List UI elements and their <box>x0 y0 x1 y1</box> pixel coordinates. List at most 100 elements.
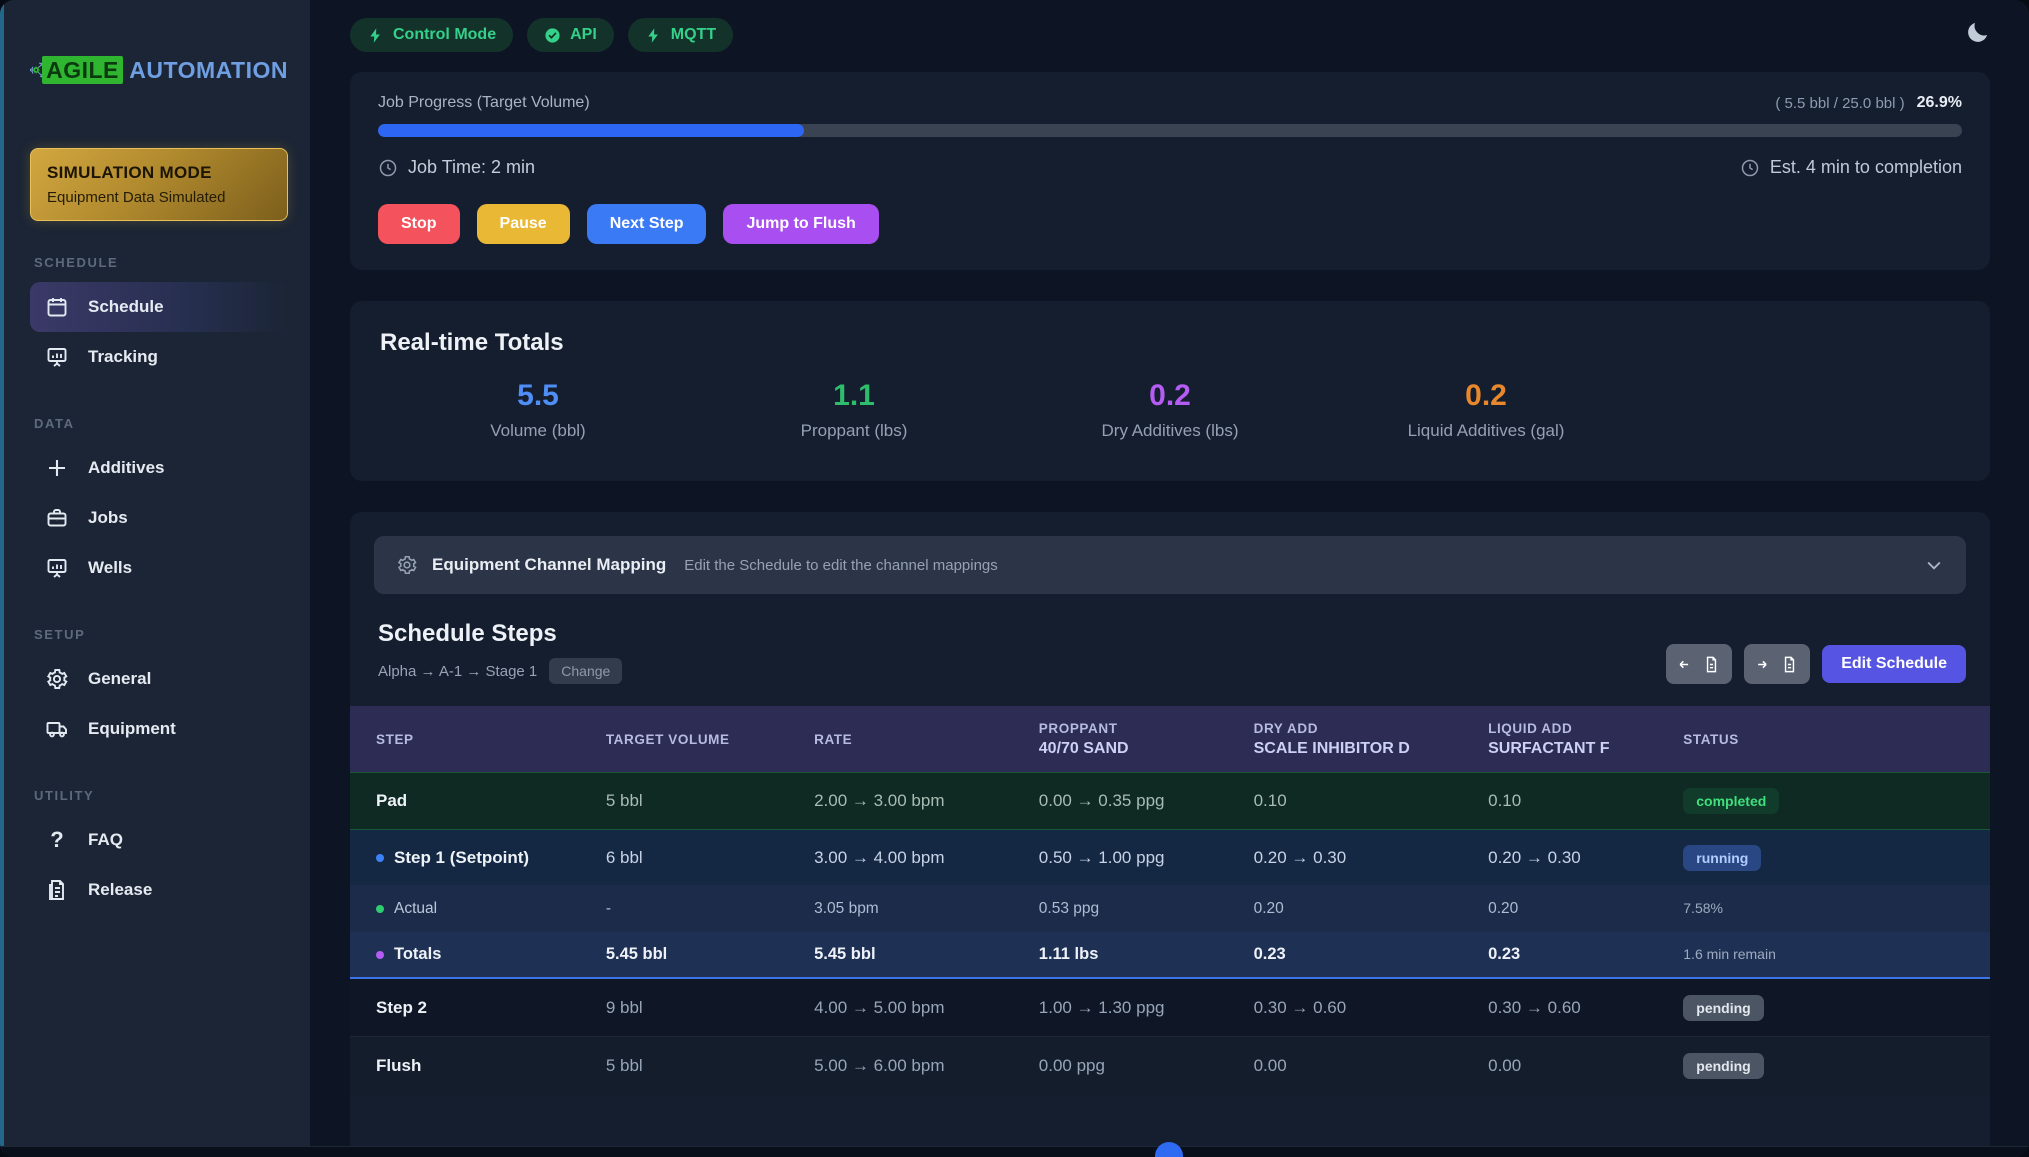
column-header-dry-add: DRY ADDSCALE INHIBITOR D <box>1254 721 1489 758</box>
table-row-step-1-setpoint: Step 1 (Setpoint)6 bbl3.00 → 4.00 bpm0.5… <box>350 830 1990 885</box>
total-value: 5.5 <box>380 379 696 413</box>
sidebar-item-additives[interactable]: Additives <box>30 443 288 493</box>
brand-agile: AGILE <box>42 56 123 84</box>
stop-button[interactable]: Stop <box>378 204 460 244</box>
sidebar: AGILE AUTOMATION SIMULATION MODE Equipme… <box>0 0 310 1157</box>
rate-cell: 2.00 → 3.00 bpm <box>814 791 1039 811</box>
chevron-down-icon[interactable] <box>1924 555 1944 575</box>
step-name: Step 1 (Setpoint) <box>350 848 606 868</box>
target-cell: 5.45 bbl <box>606 945 814 964</box>
nav-section-label: DATA <box>34 416 288 431</box>
job-progress-fill <box>378 124 804 137</box>
sidebar-item-general[interactable]: General <box>30 654 288 704</box>
step-name: Pad <box>350 791 606 811</box>
question-icon: ? <box>44 827 70 853</box>
target-cell: - <box>606 900 814 918</box>
proppant-cell: 0.53 ppg <box>1039 900 1254 918</box>
status-badge-label: API <box>570 26 597 44</box>
total-label: Dry Additives (lbs) <box>1012 421 1328 441</box>
moon-icon[interactable] <box>1965 20 1990 50</box>
nav-section-data: DATA AdditivesJobsWells <box>30 416 288 593</box>
plus-icon <box>44 455 70 481</box>
column-header-sub: SCALE INHIBITOR D <box>1254 740 1489 758</box>
column-header-step: STEP <box>350 732 606 747</box>
nav-section-label: SETUP <box>34 627 288 642</box>
nav-section-label: UTILITY <box>34 788 288 803</box>
job-progress-bar <box>378 124 1962 137</box>
step-name-label: Totals <box>394 945 441 964</box>
column-header-status: STATUS <box>1683 732 1990 747</box>
dry-cell: 0.23 <box>1254 945 1489 964</box>
rate-cell: 5.45 bbl <box>814 945 1039 964</box>
step-name-label: Flush <box>376 1056 421 1076</box>
status-badge: pending <box>1683 995 1763 1021</box>
bolt-icon <box>645 27 662 44</box>
sidebar-item-label: Equipment <box>88 719 176 739</box>
pause-button[interactable]: Pause <box>477 204 570 244</box>
table-row-step-2: Step 29 bbl4.00 → 5.00 bpm1.00 → 1.30 pp… <box>350 979 1990 1037</box>
clock-icon <box>1740 158 1760 178</box>
arrow-right-document-icon[interactable] <box>1744 644 1810 684</box>
row-dot-icon <box>376 854 384 862</box>
sidebar-item-equipment[interactable]: Equipment <box>30 704 288 754</box>
table-row-flush: Flush5 bbl5.00 → 6.00 bpm0.00 ppg0.000.0… <box>350 1037 1990 1095</box>
sidebar-item-jobs[interactable]: Jobs <box>30 493 288 543</box>
status-badge: completed <box>1683 788 1779 814</box>
total-volume-bbl: 5.5 Volume (bbl) <box>380 379 696 441</box>
job-progress-fraction: ( 5.5 bbl / 25.0 bbl ) <box>1775 95 1904 112</box>
simulation-mode-subtitle: Equipment Data Simulated <box>47 189 271 206</box>
column-header-sub: 40/70 SAND <box>1039 740 1254 758</box>
jump-to-flush-button[interactable]: Jump to Flush <box>723 204 878 244</box>
gear-icon <box>396 554 418 576</box>
status-badge-mqtt[interactable]: MQTT <box>628 18 733 52</box>
liquid-cell: 0.20 → 0.30 <box>1488 848 1683 868</box>
sidebar-item-tracking[interactable]: Tracking <box>30 332 288 382</box>
breadcrumb: Alpha → A-1 → Stage 1 <box>378 663 537 680</box>
change-button[interactable]: Change <box>549 658 622 684</box>
sidebar-nav: SCHEDULEScheduleTracking DATA AdditivesJob… <box>30 221 288 915</box>
step-name: Step 2 <box>350 998 606 1018</box>
liquid-cell: 0.00 <box>1488 1056 1683 1076</box>
bolt-icon <box>367 27 384 44</box>
column-header-top: TARGET VOLUME <box>606 732 814 747</box>
job-time: Job Time: 2 min <box>378 157 535 178</box>
totals-grid: 5.5Volume (bbl)1.1Proppant (lbs)0.2Dry A… <box>380 379 1644 441</box>
target-cell: 6 bbl <box>606 848 814 868</box>
sidebar-item-label: FAQ <box>88 830 123 850</box>
total-value: 1.1 <box>696 379 1012 413</box>
sidebar-item-schedule[interactable]: Schedule <box>30 282 288 332</box>
dry-cell: 0.10 <box>1254 791 1489 811</box>
simulation-mode-banner: SIMULATION MODE Equipment Data Simulated <box>30 148 288 221</box>
next-step-button[interactable]: Next Step <box>587 204 707 244</box>
step-name-label: Actual <box>394 900 437 918</box>
column-header-top: STATUS <box>1683 732 1990 747</box>
step-name-label: Step 1 (Setpoint) <box>394 848 529 868</box>
simulation-mode-title: SIMULATION MODE <box>47 163 271 183</box>
job-control-buttons: Stop Pause Next Step Jump to Flush <box>378 204 1962 244</box>
sidebar-item-release[interactable]: Release <box>30 865 288 915</box>
equipment-channel-mapping-bar[interactable]: Equipment Channel Mapping Edit the Sched… <box>374 536 1966 594</box>
column-header-top: PROPPANT <box>1039 721 1254 736</box>
step-name: Flush <box>350 1056 606 1076</box>
edit-schedule-button[interactable]: Edit Schedule <box>1822 645 1966 683</box>
truck-icon <box>44 716 70 742</box>
column-header-sub: SURFACTANT F <box>1488 740 1683 758</box>
row-dot-icon <box>376 905 384 913</box>
total-label: Volume (bbl) <box>380 421 696 441</box>
brand-logo: AGILE AUTOMATION <box>30 26 288 114</box>
status-cell: completed <box>1683 788 1990 814</box>
status-text: 7.58% <box>1683 900 1723 916</box>
proppant-cell: 1.11 lbs <box>1039 945 1254 964</box>
nav-section-schedule: SCHEDULEScheduleTracking <box>30 255 288 382</box>
arrow-left-document-icon[interactable] <box>1666 644 1732 684</box>
liquid-cell: 0.10 <box>1488 791 1683 811</box>
status-text: 1.6 min remain <box>1683 946 1776 962</box>
status-badge: pending <box>1683 1053 1763 1079</box>
status-badge-api[interactable]: API <box>527 18 614 52</box>
table-body: Pad5 bbl2.00 → 3.00 bpm0.00 → 0.35 ppg0.… <box>350 772 1990 1095</box>
sidebar-item-label: Release <box>88 880 152 900</box>
sidebar-item-faq[interactable]: ? FAQ <box>30 815 288 865</box>
sidebar-item-wells[interactable]: Wells <box>30 543 288 593</box>
schedule-steps-table: STEPTARGET VOLUMERATEPROPPANT40/70 SANDD… <box>350 706 1990 1095</box>
status-badge-control-mode[interactable]: Control Mode <box>350 18 513 52</box>
